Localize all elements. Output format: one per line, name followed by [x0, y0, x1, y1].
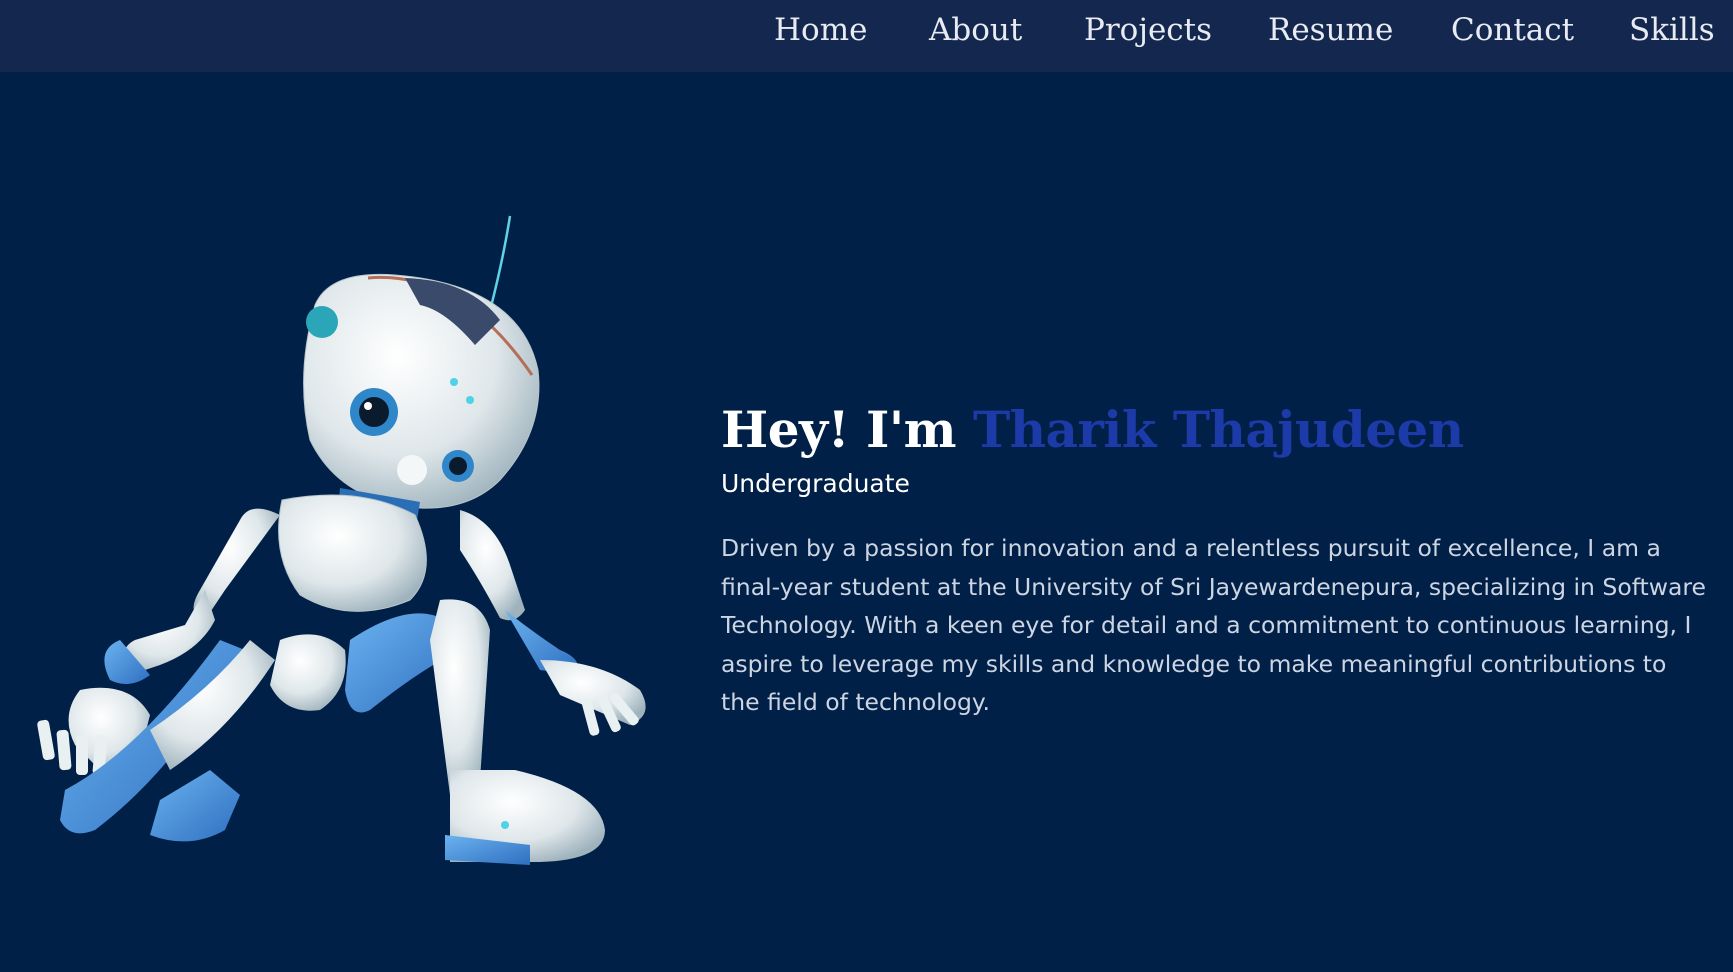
nav-resume-link[interactable]: Resume [1268, 12, 1393, 48]
navbar: Home About Projects Resume Contact Skill… [0, 0, 1733, 72]
robot-illustration [0, 170, 700, 890]
nav-home-link[interactable]: Home [774, 12, 867, 48]
nav-projects-link[interactable]: Projects [1084, 12, 1212, 48]
greeting-text: Hey! I'm [721, 400, 957, 459]
nav-skills-link[interactable]: Skills [1629, 12, 1715, 48]
hero-bio: Driven by a passion for innovation and a… [721, 534, 1706, 716]
nav-about-link[interactable]: About [929, 12, 1022, 48]
hero-greeting: Hey! I'm Tharik Thajudeen [721, 395, 1711, 465]
nav-contact-link[interactable]: Contact [1451, 12, 1574, 48]
hero-section: Hey! I'm Tharik Thajudeen Undergraduate … [721, 395, 1711, 722]
hero-name: Tharik Thajudeen [972, 400, 1464, 459]
hero-role: Undergraduate [721, 469, 910, 498]
